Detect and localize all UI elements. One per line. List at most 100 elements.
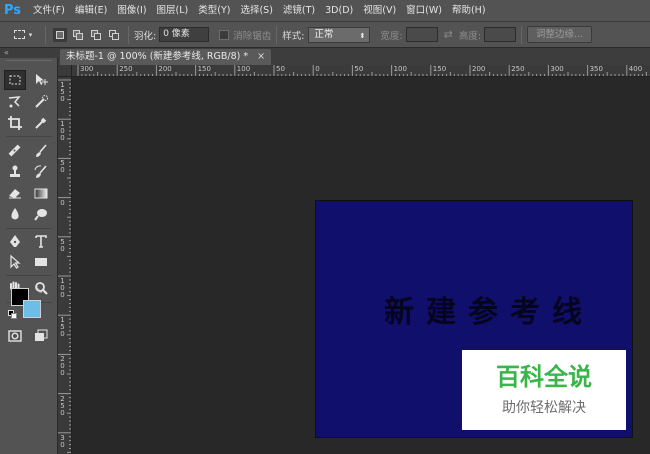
separator — [276, 25, 278, 44]
bandage-icon — [8, 144, 21, 157]
history-brush-tool[interactable] — [30, 162, 52, 182]
ruler-label: 1 0 0 — [60, 277, 65, 299]
width-input[interactable] — [405, 27, 438, 42]
path-selection-tool[interactable] — [4, 252, 26, 272]
ruler-label: 1 5 0 — [60, 81, 65, 103]
ruler-label: 400 — [628, 65, 643, 73]
feather-input[interactable]: 0 像素 — [159, 27, 210, 42]
blur-tool[interactable] — [4, 204, 26, 224]
eraser-tool[interactable] — [4, 183, 26, 203]
rectangular-marquee-tool[interactable] — [4, 70, 26, 90]
gradient-tool[interactable] — [30, 183, 52, 203]
menu-3d[interactable]: 3D(D) — [320, 0, 358, 21]
separator — [128, 25, 129, 44]
crop-tool[interactable] — [4, 113, 26, 133]
menu-type[interactable]: 类型(Y) — [193, 0, 235, 21]
subtract-from-selection-button[interactable] — [89, 28, 103, 42]
refine-edge-button[interactable]: 调整边缘... — [527, 26, 593, 43]
marquee-preset-icon — [13, 30, 25, 39]
ruler-label: 250 — [119, 65, 133, 73]
healing-brush-tool[interactable] — [4, 141, 26, 161]
quick-selection-icon — [35, 95, 48, 108]
quick-mask-icon — [8, 330, 22, 342]
ruler-label: 5 0 — [60, 159, 65, 175]
dodge-icon — [34, 209, 47, 221]
ruler-label: 300 — [550, 65, 564, 73]
quick-mask-button[interactable] — [4, 326, 26, 346]
screen-mode-icon — [35, 329, 48, 341]
add-to-selection-button[interactable] — [71, 28, 85, 42]
chevron-down-icon: ▾ — [28, 30, 33, 39]
tools-panel — [0, 58, 58, 454]
rectangle-icon — [35, 258, 47, 266]
height-label: 高度: — [458, 30, 482, 42]
default-colors-icon[interactable] — [8, 310, 18, 320]
ruler-label: 200 — [472, 65, 486, 73]
style-select[interactable]: 正常 ⬍ — [308, 26, 371, 43]
close-icon[interactable]: × — [257, 51, 265, 62]
document-tab-bar: 未标题-1 @ 100% (新建参考线, RGB/8) * × — [58, 48, 650, 65]
ruler-label: 300 — [80, 65, 94, 73]
marquee-icon — [9, 75, 21, 85]
menu-image[interactable]: 图像(I) — [112, 0, 151, 21]
menu-file[interactable]: 文件(F) — [28, 0, 70, 21]
options-bar: ▾ 羽化: 0 像素 消除锯齿 样式: 正常 ⬍ 宽度: ⇄ 高度: 调整边缘.… — [0, 21, 650, 48]
photoshop-window: Ps 文件(F) 编辑(E) 图像(I) 图层(L) 类型(Y) 选择(S) 滤… — [0, 0, 650, 454]
horizontal-ruler[interactable]: 300 250 200 150 100 50 0 50 100 150 200 250 300 350 40… — [72, 65, 650, 77]
menu-bar: Ps 文件(F) 编辑(E) 图像(I) 图层(L) 类型(Y) 选择(S) 滤… — [0, 0, 650, 21]
gradient-icon — [34, 188, 48, 199]
screen-mode-button[interactable] — [30, 326, 52, 346]
style-label: 样式: — [282, 30, 305, 42]
document-tab-title: 未标题-1 @ 100% (新建参考线, RGB/8) * — [66, 51, 249, 62]
clone-stamp-tool[interactable] — [4, 162, 26, 182]
tool-preset-picker[interactable]: ▾ — [6, 25, 40, 45]
menu-window[interactable]: 窗口(W) — [401, 0, 447, 21]
brush-tool[interactable] — [30, 141, 52, 161]
menu-select[interactable]: 选择(S) — [235, 0, 277, 21]
ruler-label: 1 0 0 — [60, 120, 65, 143]
ruler-origin[interactable] — [58, 65, 72, 77]
swap-icon[interactable]: ⇄ — [444, 28, 453, 41]
feather-label: 羽化: — [134, 30, 157, 42]
swap-arrow-icon[interactable]: ⤡ — [35, 286, 42, 295]
menu-help[interactable]: 帮助(H) — [447, 0, 491, 21]
path-selection-icon — [10, 254, 21, 269]
rectangle-shape-tool[interactable] — [30, 252, 52, 272]
type-tool[interactable] — [30, 231, 52, 251]
watermark-logo: 百科全说 助你轻松解决 — [462, 350, 626, 430]
app-logo: Ps — [4, 3, 22, 18]
menu-view[interactable]: 视图(V) — [358, 0, 401, 21]
ruler-label: 3 0 — [60, 433, 65, 449]
crop-icon — [8, 116, 22, 130]
canvas-text-layer: 新建参考线 — [384, 295, 594, 330]
eyedropper-tool[interactable] — [30, 113, 52, 133]
menu-filter[interactable]: 滤镜(T) — [278, 0, 320, 21]
height-input[interactable] — [484, 27, 517, 42]
watermark-title: 百科全说 — [496, 363, 592, 391]
ruler-label: 50 — [276, 65, 285, 73]
brush-icon — [36, 144, 47, 157]
move-icon — [36, 74, 48, 85]
ruler-label: 350 — [589, 65, 603, 73]
vertical-ruler[interactable]: 1 5 0 1 0 0 5 0 0 5 0 1 0 0 1 5 0 2 0 0 2 5 0 3 0 — [58, 77, 72, 454]
dodge-tool[interactable] — [30, 204, 52, 224]
new-selection-button[interactable] — [53, 27, 67, 42]
toolbar-collapse-icon[interactable]: « — [0, 48, 58, 58]
pen-icon — [10, 235, 20, 247]
menu-layer[interactable]: 图层(L) — [152, 0, 194, 21]
ruler-label: 2 0 0 — [60, 355, 65, 378]
quick-selection-tool[interactable] — [30, 92, 52, 112]
background-color-swatch[interactable] — [23, 300, 41, 318]
antialias-checkbox[interactable] — [219, 29, 230, 40]
menu-edit[interactable]: 编辑(E) — [70, 0, 112, 21]
ruler-label: 50 — [354, 65, 364, 73]
ruler-label: 100 — [236, 65, 251, 73]
updown-arrow-icon: ⬍ — [359, 31, 366, 40]
pen-tool[interactable] — [4, 231, 26, 251]
lasso-tool[interactable] — [4, 92, 26, 112]
intersect-selection-button[interactable] — [107, 28, 121, 42]
document-tab[interactable]: 未标题-1 @ 100% (新建参考线, RGB/8) * × — [60, 49, 272, 65]
move-tool[interactable] — [30, 70, 52, 90]
antialias-label: 消除锯齿 — [233, 30, 272, 42]
ruler-label: 150 — [197, 65, 211, 73]
